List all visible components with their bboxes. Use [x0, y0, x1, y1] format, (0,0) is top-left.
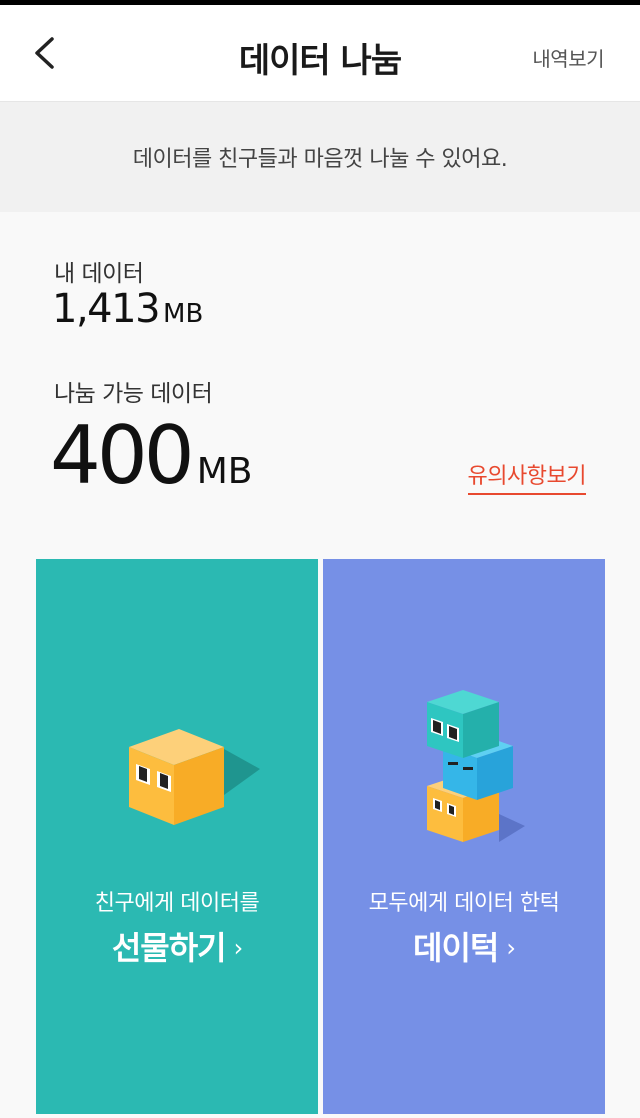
chevron-right-icon: › — [233, 934, 244, 962]
chevron-right-icon: › — [506, 934, 516, 962]
shareable-data-unit: MB — [196, 451, 253, 492]
shareable-data-label: 나눔 가능 데이터 — [54, 381, 213, 407]
treat-card-title-text: 데이턱 — [413, 929, 499, 967]
my-data-unit: MB — [163, 299, 204, 329]
gift-card-subtitle: 친구에게 데이터를 — [94, 891, 260, 916]
cube-character-icon — [129, 729, 260, 825]
stacked-cubes-icon — [427, 690, 525, 842]
app-header: 데이터 나눔 내역보기 — [0, 5, 640, 102]
treat-card-title: 데이턱 › — [323, 923, 605, 969]
treat-card-subtitle: 모두에게 데이터 한턱 — [368, 891, 560, 916]
banner-text: 데이터를 친구들과 마음껏 나눌 수 있어요. — [132, 147, 508, 172]
my-data-label: 내 데이터 — [54, 261, 144, 287]
gift-card-title-text: 선물하기 — [111, 929, 227, 967]
treat-data-card[interactable]: 모두에게 데이터 한턱 데이턱 › — [323, 559, 605, 1114]
gift-data-card[interactable]: 친구에게 데이터를 선물하기 › — [36, 559, 318, 1114]
info-banner: 데이터를 친구들과 마음껏 나눌 수 있어요. — [0, 102, 640, 212]
my-data-value: 1,413 MB — [52, 286, 203, 332]
my-data-amount: 1,413 — [52, 286, 161, 332]
main-content: 내 데이터 1,413 MB 나눔 가능 데이터 400 MB 유의사항보기 친구에… — [0, 212, 640, 1118]
shareable-data-value: 400 MB — [50, 408, 252, 504]
gift-card-title: 선물하기 › — [36, 923, 318, 969]
notice-link[interactable]: 유의사항보기 — [467, 458, 587, 495]
shareable-data-amount: 400 — [50, 409, 195, 502]
history-link[interactable]: 내역보기 — [532, 43, 604, 72]
